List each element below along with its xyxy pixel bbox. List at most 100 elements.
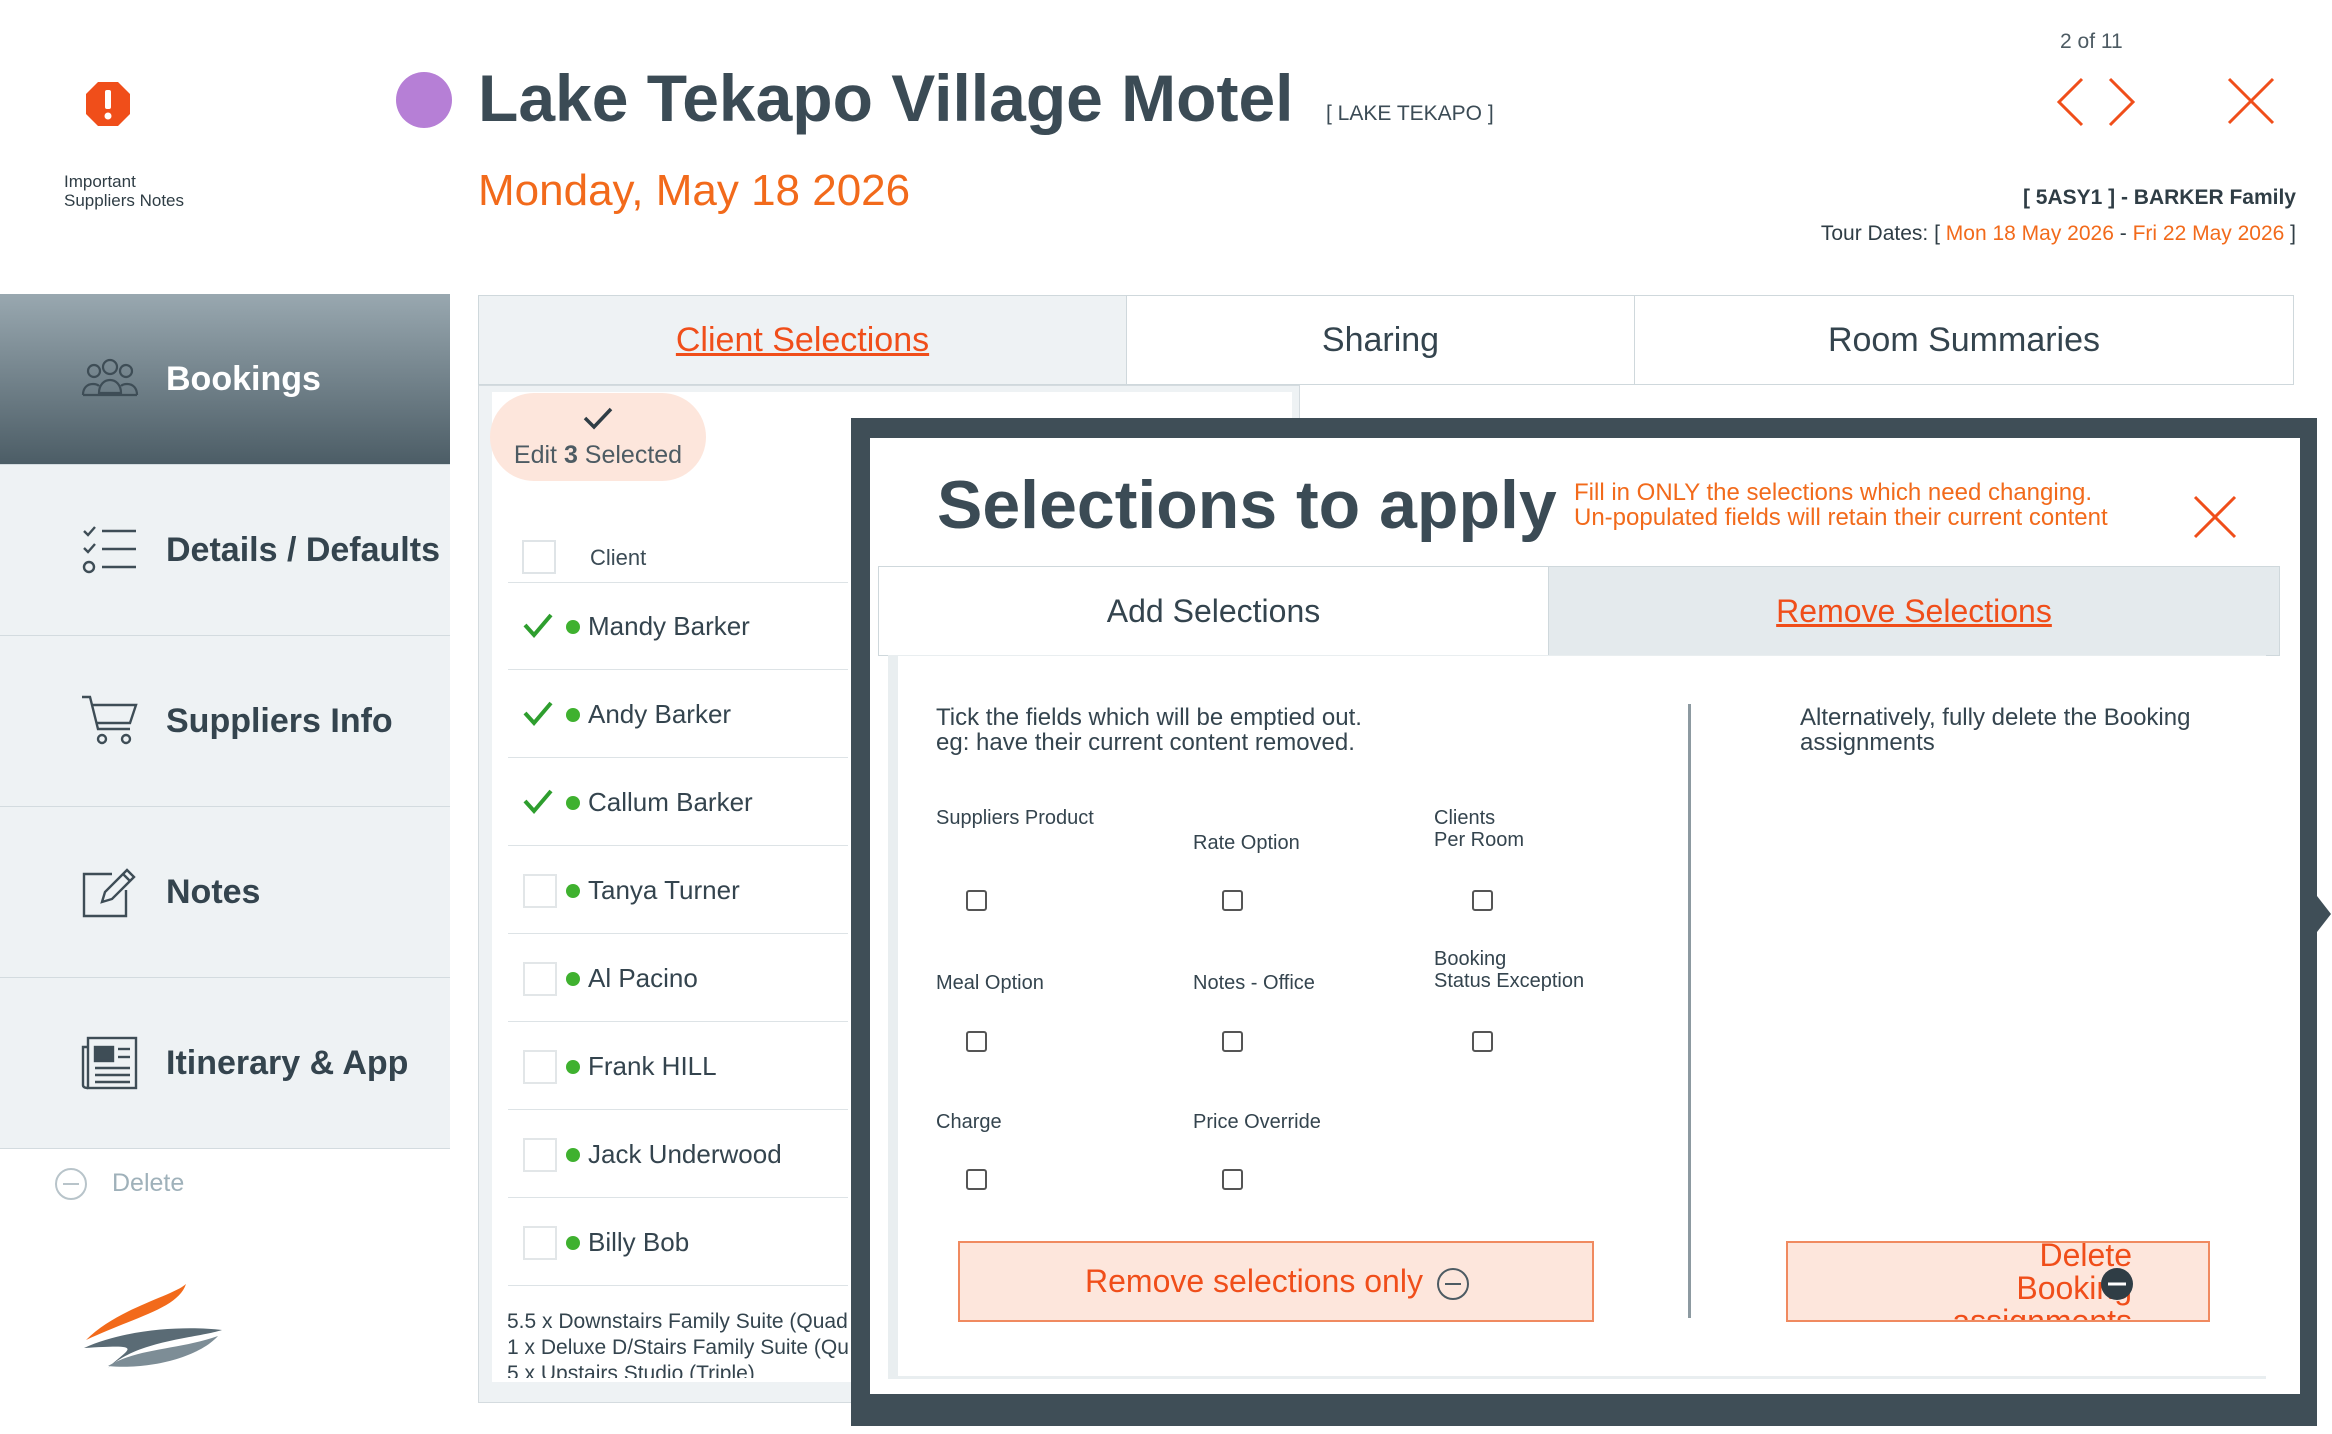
sidebar-item-details[interactable]: Details / Defaults <box>0 465 450 636</box>
prev-arrow-icon[interactable] <box>2054 76 2088 128</box>
newspaper-icon <box>80 1035 140 1091</box>
delete-line1: Delete <box>2039 1241 2133 1273</box>
table-row[interactable]: Billy Bob <box>508 1199 848 1286</box>
charge-checkbox[interactable] <box>966 1169 987 1190</box>
sidebar-item-suppliers[interactable]: Suppliers Info <box>0 636 450 807</box>
delete-button[interactable]: Delete <box>54 1165 254 1205</box>
clients-per-room-checkbox[interactable] <box>1472 890 1493 911</box>
room-summary-line: 1 x Deluxe D/Stairs Family Suite (Qu <box>507 1336 849 1359</box>
sidebar-item-label: Bookings <box>166 359 321 398</box>
booking-date: Monday, May 18 2026 <box>478 166 911 215</box>
sidebar: Bookings Details / Defaults Suppliers In… <box>0 294 452 1150</box>
pager-label: 2 of 11 <box>2060 30 2123 53</box>
close-icon[interactable] <box>2226 76 2276 126</box>
field-clients-per-room-label: Clients Per Room <box>1434 807 1524 851</box>
remove-selections-label: Remove selections only <box>1085 1263 1423 1299</box>
tour-start: Mon 18 May 2026 <box>1945 222 2114 245</box>
status-dot <box>566 1060 580 1074</box>
tab-client-selections[interactable]: Client Selections <box>479 296 1127 384</box>
client-name: Billy Bob <box>588 1227 690 1257</box>
edit-selected-label: Edit 3 Selected <box>490 441 706 470</box>
remove-selections-button[interactable]: Remove selections only <box>958 1241 1594 1322</box>
status-dot <box>566 708 580 722</box>
column-header-client: Client <box>590 545 647 570</box>
tab-sharing[interactable]: Sharing <box>1127 296 1635 384</box>
status-dot <box>566 796 580 810</box>
table-row[interactable]: Tanya Turner <box>508 847 848 934</box>
table-row[interactable]: Andy Barker <box>508 671 848 758</box>
minus-circle-icon <box>54 1167 88 1201</box>
booking-ref: [ 5ASY1 ] - BARKER Family <box>2022 186 2296 209</box>
rate-option-checkbox[interactable] <box>1222 890 1243 911</box>
checkmark-icon[interactable] <box>522 785 554 817</box>
row-checkbox[interactable] <box>523 1226 557 1260</box>
modal-close-icon[interactable] <box>2192 494 2238 540</box>
important-notes-label[interactable]: Important Suppliers Notes <box>64 172 184 210</box>
notes-office-checkbox[interactable] <box>1222 1031 1243 1052</box>
client-name: Tanya Turner <box>588 875 740 905</box>
table-row[interactable]: Frank HILL <box>508 1023 848 1110</box>
row-checkbox[interactable] <box>523 1138 557 1172</box>
sidebar-item-label: Notes <box>166 872 261 911</box>
status-dot <box>566 620 580 634</box>
status-dot <box>566 972 580 986</box>
tour-close: ] <box>2290 222 2296 245</box>
select-all-checkbox[interactable] <box>522 540 556 574</box>
modal-tabs: Add Selections Remove Selections <box>878 566 2280 656</box>
delete-booking-button[interactable]: Delete Booking assignments <box>1786 1241 2210 1322</box>
sidebar-item-notes[interactable]: Notes <box>0 807 450 978</box>
alt-line1: Alternatively, fully delete the Booking <box>1800 704 2191 731</box>
row-checkbox[interactable] <box>523 1050 557 1084</box>
sidebar-item-bookings[interactable]: Bookings <box>0 294 450 465</box>
client-name: Mandy Barker <box>588 611 750 641</box>
client-name: Frank HILL <box>588 1051 717 1081</box>
row-checkbox[interactable] <box>523 874 557 908</box>
table-row[interactable]: Mandy Barker <box>508 583 848 670</box>
edit-label-pre: Edit <box>513 441 564 469</box>
tour-sep: - <box>2119 222 2127 245</box>
important-notes-line1: Important <box>64 172 136 191</box>
minus-circle-filled-icon <box>2100 1267 2134 1301</box>
room-summary: 5.5 x Downstairs Family Suite (Quad 1 x … <box>507 1310 867 1378</box>
checklist-icon <box>80 522 140 578</box>
next-arrow-icon[interactable] <box>2104 76 2138 128</box>
modal-title: Selections to apply <box>937 467 1557 543</box>
field-notes-office-label: Notes - Office <box>1193 972 1315 994</box>
tab-remove-selections[interactable]: Remove Selections <box>1549 567 2279 655</box>
important-notes-icon[interactable] <box>84 80 132 128</box>
alt-line2: assignments <box>1800 729 1935 756</box>
table-row[interactable]: Al Pacino <box>508 935 848 1022</box>
room-summary-line: 5.5 x Downstairs Family Suite (Quad <box>507 1310 848 1333</box>
check-icon <box>582 405 614 431</box>
edit-label-post: Selected <box>577 441 683 469</box>
field-rate-option-label: Rate Option <box>1193 832 1300 854</box>
table-row[interactable]: Callum Barker <box>508 759 848 846</box>
table-row[interactable]: Jack Underwood <box>508 1111 848 1198</box>
field-suppliers-product-label: Suppliers Product <box>936 807 1094 829</box>
delete-label: Delete <box>112 1169 185 1197</box>
tour-end: Fri 22 May 2026 <box>2132 222 2285 245</box>
checkmark-icon[interactable] <box>522 697 554 729</box>
status-dot <box>566 1236 580 1250</box>
clients-per-room-line1: Clients <box>1434 807 1496 829</box>
delete-line2: Booking <box>2016 1270 2132 1306</box>
instruction-line2: eg: have their current content removed. <box>936 729 1355 756</box>
checkmark-icon[interactable] <box>522 609 554 641</box>
edit-icon <box>80 864 140 920</box>
sidebar-item-itinerary[interactable]: Itinerary & App <box>0 978 450 1149</box>
suppliers-product-checkbox[interactable] <box>966 890 987 911</box>
people-icon <box>80 351 140 407</box>
status-dot <box>566 1148 580 1162</box>
status-dot <box>566 884 580 898</box>
meal-option-checkbox[interactable] <box>966 1031 987 1052</box>
tab-room-summaries[interactable]: Room Summaries <box>1635 296 2293 384</box>
price-override-checkbox[interactable] <box>1222 1169 1243 1190</box>
minus-circle-icon <box>1436 1267 1470 1301</box>
room-summary-line: 5 x Upstairs Studio (Triple) <box>507 1362 755 1378</box>
booking-status-checkbox[interactable] <box>1472 1031 1493 1052</box>
tab-add-selections[interactable]: Add Selections <box>879 567 1549 655</box>
sidebar-item-label: Suppliers Info <box>166 701 393 740</box>
edit-selected-button[interactable]: Edit 3 Selected <box>490 393 706 481</box>
clients-per-room-line2: Per Room <box>1434 829 1525 851</box>
row-checkbox[interactable] <box>523 962 557 996</box>
